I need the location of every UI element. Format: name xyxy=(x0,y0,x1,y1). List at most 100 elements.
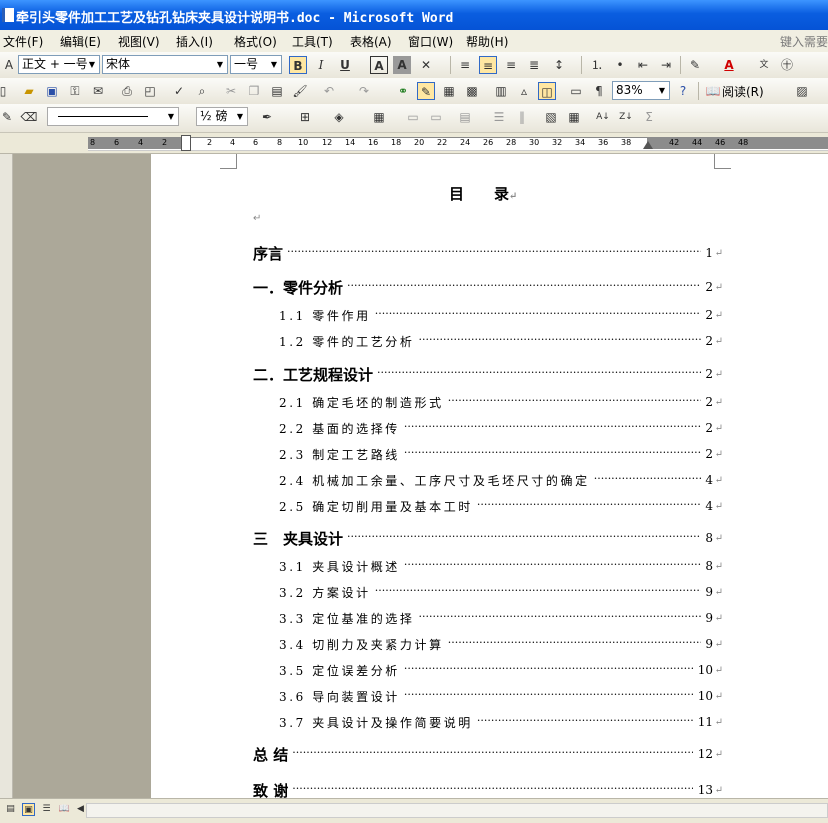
highlight-icon[interactable]: ✎ xyxy=(686,56,704,74)
menu-window[interactable]: 窗口(W) xyxy=(408,33,453,50)
redo-icon[interactable]: ↷ xyxy=(355,82,373,100)
indent-marker[interactable] xyxy=(181,135,191,151)
spelling-icon[interactable]: ✓ xyxy=(170,82,188,100)
horizontal-scrollbar[interactable] xyxy=(86,803,828,818)
insert-table-icon-2[interactable]: ▦ xyxy=(370,108,388,126)
copy-icon[interactable]: ❐ xyxy=(245,82,263,100)
bold-icon[interactable]: B xyxy=(289,56,307,74)
right-indent-marker[interactable] xyxy=(643,141,653,149)
open-folder-icon[interactable]: ▰ xyxy=(20,82,38,100)
line-spacing-icon[interactable]: ↕ xyxy=(550,56,568,74)
align-left-icon[interactable]: ≡ xyxy=(456,56,474,74)
read-mode-icon[interactable]: 📖 xyxy=(704,82,722,100)
toc-entry[interactable]: 序言 ······································… xyxy=(253,243,727,265)
help-icon[interactable]: ? xyxy=(674,82,692,100)
merge-cells-icon[interactable]: ▭ xyxy=(404,108,422,126)
toc-entry[interactable]: 3.4 切削力及夹紧力计算 ···························… xyxy=(279,636,727,658)
menu-tools[interactable]: 工具(T) xyxy=(292,33,333,50)
sort-descending-icon[interactable]: Z↓ xyxy=(617,108,635,126)
columns-icon[interactable]: ▥ xyxy=(492,82,510,100)
toc-entry[interactable]: 2.4 机械加工余量、工序尺寸及毛坯尺寸的确定 ·················… xyxy=(279,472,727,494)
toc-entry[interactable]: 3.1 夹具设计概述 ······························… xyxy=(279,558,727,580)
enclose-char-icon[interactable]: ㊉ xyxy=(778,56,796,74)
toc-entry[interactable]: 3.7 夹具设计及操作简要说明 ·························… xyxy=(279,714,727,736)
print-icon[interactable]: ⎙ xyxy=(118,82,136,100)
insert-excel-icon[interactable]: ▩ xyxy=(463,82,481,100)
toc-entry[interactable]: 2.1 确定毛坯的制造形式 ···························… xyxy=(279,394,727,416)
decrease-indent-icon[interactable]: ⇤ xyxy=(634,56,652,74)
menu-edit[interactable]: 编辑(E) xyxy=(60,33,101,50)
undo-icon[interactable]: ↶ xyxy=(320,82,338,100)
toc-entry[interactable]: 3.3 定位基准的选择 ·····························… xyxy=(279,610,727,632)
toc-entry[interactable]: 2.5 确定切削用量及基本工时 ·························… xyxy=(279,498,727,520)
show-hide-icon[interactable]: ▭ xyxy=(567,82,585,100)
toc-entry[interactable]: 3.6 导向装置设计 ······························… xyxy=(279,688,727,710)
toc-entry[interactable]: 2.2 基面的选择传 ······························… xyxy=(279,420,727,442)
drawing-icon[interactable]: ▵ xyxy=(515,82,533,100)
distribute-rows-icon[interactable]: ☰ xyxy=(490,108,508,126)
zoom-select[interactable]: 83% ▼ xyxy=(612,81,670,100)
line-weight-select[interactable]: ½ 磅 ▼ xyxy=(196,107,248,126)
numbering-icon[interactable]: ⒈ xyxy=(588,56,606,74)
eraser-icon[interactable]: ⌫ xyxy=(20,108,38,126)
new-document-icon[interactable]: ▯ xyxy=(0,82,12,100)
document-map-icon[interactable]: ◫ xyxy=(538,82,556,100)
font-color-icon[interactable]: A xyxy=(720,56,738,74)
insert-picture-icon[interactable]: ▨ xyxy=(793,82,811,100)
help-question-box[interactable]: 键入需要 xyxy=(780,33,828,50)
email-icon[interactable]: ✉ xyxy=(89,82,107,100)
toc-entry[interactable]: 3.2 方案设计 ································… xyxy=(279,584,727,606)
outline-view-icon[interactable]: ☰ xyxy=(40,803,53,816)
format-painter-icon[interactable]: 🖌 xyxy=(291,82,309,100)
toc-entry[interactable]: 总 结 ·····································… xyxy=(253,744,727,766)
print-preview-icon[interactable]: ◰ xyxy=(141,82,159,100)
align-right-icon[interactable]: ≡ xyxy=(502,56,520,74)
border-color-icon[interactable]: ✒ xyxy=(258,108,276,126)
print-layout-icon[interactable]: ▣ xyxy=(22,803,35,816)
hyperlink-icon[interactable]: ⚭ xyxy=(394,82,412,100)
toc-entry[interactable]: 2.3 制定工艺路线 ······························… xyxy=(279,446,727,468)
menu-help[interactable]: 帮助(H) xyxy=(466,33,508,50)
read-mode-button[interactable]: 阅读(R) xyxy=(722,83,764,100)
menu-file[interactable]: 文件(F) xyxy=(3,33,43,50)
pinyin-icon[interactable]: 文 xyxy=(755,56,773,74)
cell-align-icon[interactable]: ▤ xyxy=(456,108,474,126)
paste-icon[interactable]: ▤ xyxy=(268,82,286,100)
toc-entry[interactable]: 一．零件分析 ··································… xyxy=(253,277,727,299)
autosum-icon[interactable]: Σ xyxy=(640,108,658,126)
style-select[interactable]: 正文 + 一号 ▼ xyxy=(18,55,100,74)
cut-icon[interactable]: ✂ xyxy=(222,82,240,100)
sort-ascending-icon[interactable]: A↓ xyxy=(594,108,612,126)
italic-icon[interactable]: I xyxy=(312,56,330,74)
horizontal-ruler[interactable]: 8 6 4 2 2 4 6 8 10 12 14 16 18 20 22 24 … xyxy=(0,133,828,154)
research-icon[interactable]: ⌕ xyxy=(193,82,211,100)
char-border-icon[interactable]: A xyxy=(370,56,388,74)
insert-table-icon[interactable]: ▦ xyxy=(440,82,458,100)
border-icon[interactable]: ⊞ xyxy=(296,108,314,126)
menu-table[interactable]: 表格(A) xyxy=(350,33,392,50)
increase-indent-icon[interactable]: ⇥ xyxy=(657,56,675,74)
toc-entry[interactable]: 三 夹具设计 ··································… xyxy=(253,528,727,550)
tables-borders-icon[interactable]: ✎ xyxy=(417,82,435,100)
menu-format[interactable]: 格式(O) xyxy=(234,33,277,50)
toc-entry[interactable]: 3.5 定位误差分析 ······························… xyxy=(279,662,727,684)
line-style-select[interactable]: ▼ xyxy=(47,107,179,126)
draw-table-icon[interactable]: ✎ xyxy=(0,108,16,126)
align-center-icon[interactable]: ≡ xyxy=(479,56,497,74)
font-size-select[interactable]: 一号 ▼ xyxy=(230,55,282,74)
autofit-icon[interactable]: ▦ xyxy=(565,108,583,126)
permission-icon[interactable]: ⚿ xyxy=(66,82,84,100)
char-shading-icon[interactable]: A xyxy=(393,56,411,74)
styles-pane-icon[interactable]: A xyxy=(0,56,18,74)
font-select[interactable]: 宋体 ▼ xyxy=(102,55,228,74)
toc-entry[interactable]: 二．工艺规程设计 ································… xyxy=(253,364,727,386)
menu-insert[interactable]: 插入(I) xyxy=(176,33,213,50)
toc-entry[interactable]: 1.2 零件的工艺分析 ·····························… xyxy=(279,333,727,355)
normal-view-icon[interactable]: ▤ xyxy=(4,803,17,816)
toc-entry[interactable]: 1.1 零件作用 ································… xyxy=(279,307,727,329)
distribute-cols-icon[interactable]: ‖ xyxy=(513,108,531,126)
menu-view[interactable]: 视图(V) xyxy=(118,33,160,50)
save-icon[interactable]: ▣ xyxy=(43,82,61,100)
reading-view-icon[interactable]: 📖 xyxy=(58,803,71,816)
justify-icon[interactable]: ≣ xyxy=(525,56,543,74)
